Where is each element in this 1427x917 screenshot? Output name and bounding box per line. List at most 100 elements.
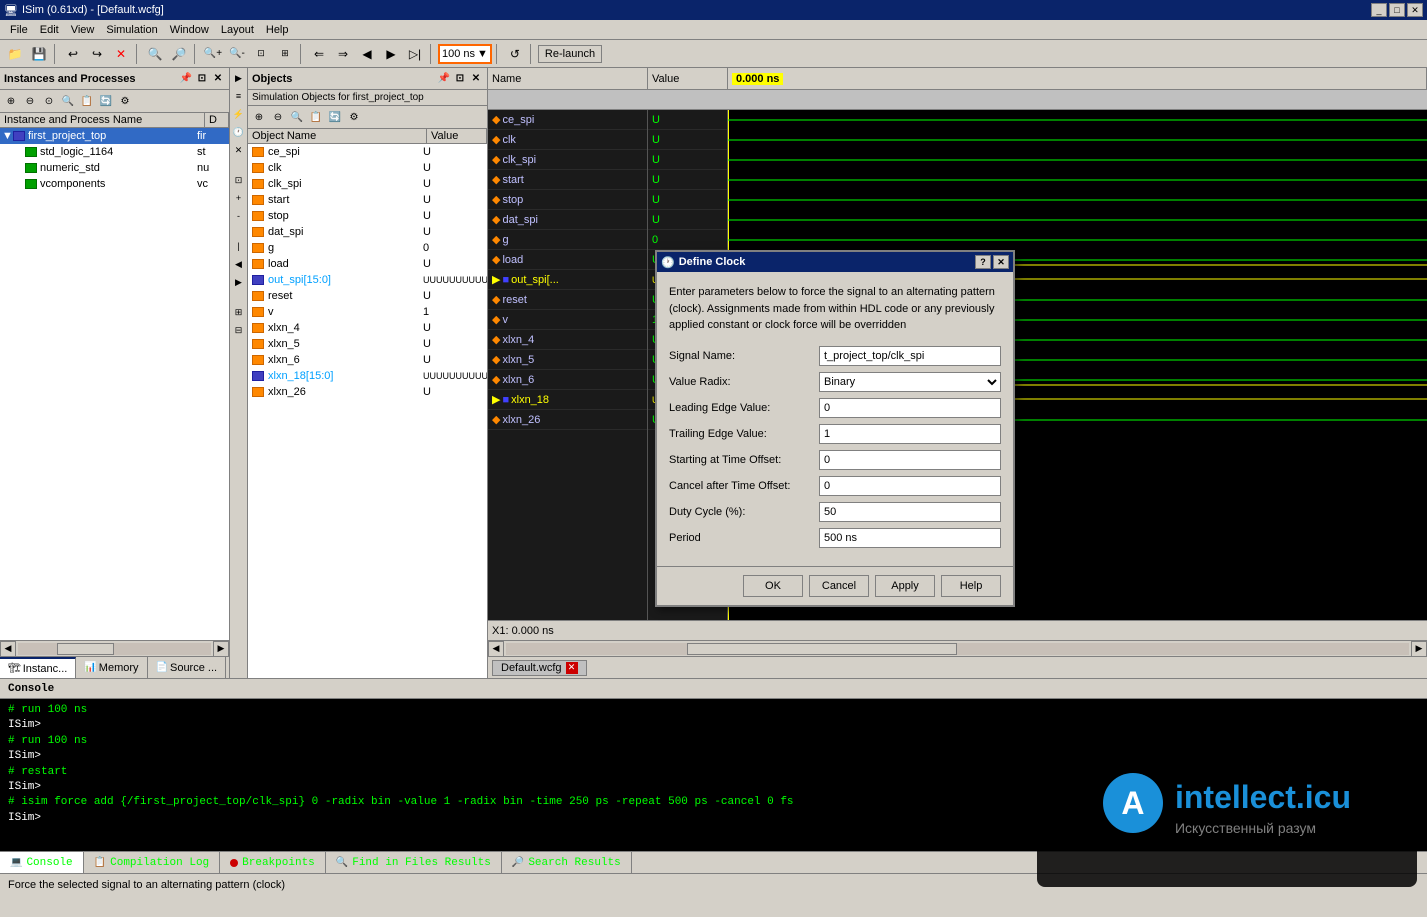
tb-zoom-fit[interactable]: ⊡: [250, 43, 272, 65]
maximize-button[interactable]: □: [1389, 3, 1405, 17]
obj-row-1[interactable]: clk U: [248, 160, 487, 176]
vt-zoom-fit[interactable]: ⊡: [231, 172, 247, 188]
vt-grid[interactable]: ⊟: [231, 322, 247, 338]
vt-remove[interactable]: ✕: [231, 142, 247, 158]
obj-row-13[interactable]: xlxn_6 U: [248, 352, 487, 368]
ctab-console[interactable]: 💻 Console: [0, 852, 84, 873]
hscroll-thumb[interactable]: [57, 643, 115, 655]
tb-zoom-in[interactable]: 🔍+: [202, 43, 224, 65]
menu-edit[interactable]: Edit: [34, 22, 65, 38]
dialog-help-btn[interactable]: Help: [941, 575, 1001, 597]
inst-tb-6[interactable]: 🔄: [97, 92, 115, 110]
instances-hscroll[interactable]: ◀ ▶: [0, 640, 229, 656]
ctab-breakpoints[interactable]: Breakpoints: [220, 852, 326, 873]
inst-tb-4[interactable]: 🔍: [59, 92, 77, 110]
tb-run[interactable]: ▶: [380, 43, 402, 65]
obj-row-10[interactable]: v 1: [248, 304, 487, 320]
dialog-input-cancel-offset[interactable]: [819, 476, 1001, 496]
obj-row-5[interactable]: dat_spi U: [248, 224, 487, 240]
obj-tb-3[interactable]: 🔍: [288, 108, 306, 126]
obj-tb-5[interactable]: 🔄: [326, 108, 344, 126]
obj-row-7[interactable]: load U: [248, 256, 487, 272]
hscroll-left[interactable]: ◀: [0, 641, 16, 657]
instances-panel-close[interactable]: ✕: [211, 72, 225, 86]
instances-list[interactable]: ▼ first_project_top fir std_logic_1164 s…: [0, 128, 229, 640]
wave-scroll-thumb[interactable]: [687, 643, 958, 655]
inst-row-1[interactable]: std_logic_1164 st: [0, 144, 229, 160]
relaunch-button[interactable]: Re-launch: [538, 45, 602, 63]
expand-first-project[interactable]: ▼: [2, 130, 12, 142]
dialog-select-radix[interactable]: Binary Hex Decimal Octal: [819, 372, 1001, 392]
objects-panel-close[interactable]: ✕: [469, 72, 483, 86]
obj-row-12[interactable]: xlxn_5 U: [248, 336, 487, 352]
obj-row-6[interactable]: g 0: [248, 240, 487, 256]
tab-instances[interactable]: 🏗 Instanc...: [0, 657, 76, 678]
objects-panel-undock[interactable]: ⊡: [453, 72, 467, 86]
obj-row-11[interactable]: xlxn_4 U: [248, 320, 487, 336]
dialog-cancel-button[interactable]: Cancel: [809, 575, 869, 597]
obj-row-2[interactable]: clk_spi U: [248, 176, 487, 192]
obj-row-9[interactable]: reset U: [248, 288, 487, 304]
obj-row-8[interactable]: out_spi[15:0] UUUUUUUUUUUUUUUU: [248, 272, 487, 288]
tab-source[interactable]: 📄 Source ...: [148, 657, 227, 678]
objects-panel-pin[interactable]: 📌: [437, 72, 451, 86]
tb-save-button[interactable]: 💾: [28, 43, 50, 65]
ctab-searchresults[interactable]: 🔎 Search Results: [502, 852, 632, 873]
tab-memory[interactable]: 📊 Memory: [76, 657, 147, 678]
dialog-apply-button[interactable]: Apply: [875, 575, 935, 597]
obj-tb-1[interactable]: ⊕: [250, 108, 268, 126]
inst-tb-1[interactable]: ⊕: [2, 92, 20, 110]
inst-tb-7[interactable]: ⚙: [116, 92, 134, 110]
vt-force-clk[interactable]: 🕐: [231, 124, 247, 140]
time-input[interactable]: 100 ns ▼: [438, 44, 492, 64]
dialog-ok-button[interactable]: OK: [743, 575, 803, 597]
vt-add-wave[interactable]: ▶: [231, 70, 247, 86]
dialog-input-start-offset[interactable]: [819, 450, 1001, 470]
ctab-complog[interactable]: 📋 Compilation Log: [84, 852, 220, 873]
vt-force[interactable]: ⚡: [231, 106, 247, 122]
time-dropdown-icon[interactable]: ▼: [477, 48, 488, 60]
hscroll-right[interactable]: ▶: [213, 641, 229, 657]
wave-scroll-track[interactable]: [506, 643, 1409, 655]
inst-row-3[interactable]: vcomponents vc: [0, 176, 229, 192]
menu-file[interactable]: File: [4, 22, 34, 38]
dialog-input-leading[interactable]: [819, 398, 1001, 418]
inst-row-2[interactable]: numeric_std nu: [0, 160, 229, 176]
obj-row-15[interactable]: xlxn_26 U: [248, 384, 487, 400]
wave-file-tab[interactable]: Default.wcfg ✕: [492, 660, 587, 676]
wave-n14-expand[interactable]: ▶: [492, 393, 500, 406]
vt-add-bus[interactable]: ≡: [231, 88, 247, 104]
vt-prev-marker[interactable]: ◀: [231, 256, 247, 272]
tb-zoom-out[interactable]: 🔍-: [226, 43, 248, 65]
tb-open-button[interactable]: 📁: [4, 43, 26, 65]
minimize-button[interactable]: _: [1371, 3, 1387, 17]
tb-run-back[interactable]: ◀: [356, 43, 378, 65]
menu-layout[interactable]: Layout: [215, 22, 260, 38]
dialog-input-trailing[interactable]: [819, 424, 1001, 444]
vt-zoom-in[interactable]: +: [231, 190, 247, 206]
obj-row-14[interactable]: xlxn_18[15:0] UUUUUUUUUUUUUUUU: [248, 368, 487, 384]
instances-panel-undock[interactable]: ⊡: [195, 72, 209, 86]
dialog-close-button[interactable]: ✕: [993, 255, 1009, 269]
tb-prev-edge[interactable]: ⇐: [308, 43, 330, 65]
tb-restart-button[interactable]: ↺: [504, 43, 526, 65]
obj-tb-2[interactable]: ⊖: [269, 108, 287, 126]
close-button[interactable]: ✕: [1407, 3, 1423, 17]
wave-n8-expand[interactable]: ▶: [492, 273, 500, 286]
vt-marker[interactable]: |: [231, 238, 247, 254]
vt-next-marker[interactable]: ▶: [231, 274, 247, 290]
wave-scroll-left[interactable]: ◀: [488, 641, 504, 657]
dialog-input-duty[interactable]: [819, 502, 1001, 522]
inst-tb-3[interactable]: ⊙: [40, 92, 58, 110]
inst-tb-2[interactable]: ⊖: [21, 92, 39, 110]
wave-scroll-right[interactable]: ▶: [1411, 641, 1427, 657]
tb-zoom-full[interactable]: ⊞: [274, 43, 296, 65]
obj-tb-6[interactable]: ⚙: [345, 108, 363, 126]
dialog-help-button[interactable]: ?: [975, 255, 991, 269]
obj-row-3[interactable]: start U: [248, 192, 487, 208]
tb-findnext-button[interactable]: 🔎: [168, 43, 190, 65]
hscroll-track[interactable]: [18, 643, 211, 655]
obj-row-4[interactable]: stop U: [248, 208, 487, 224]
instances-panel-pin[interactable]: 📌: [179, 72, 193, 86]
inst-tb-5[interactable]: 📋: [78, 92, 96, 110]
